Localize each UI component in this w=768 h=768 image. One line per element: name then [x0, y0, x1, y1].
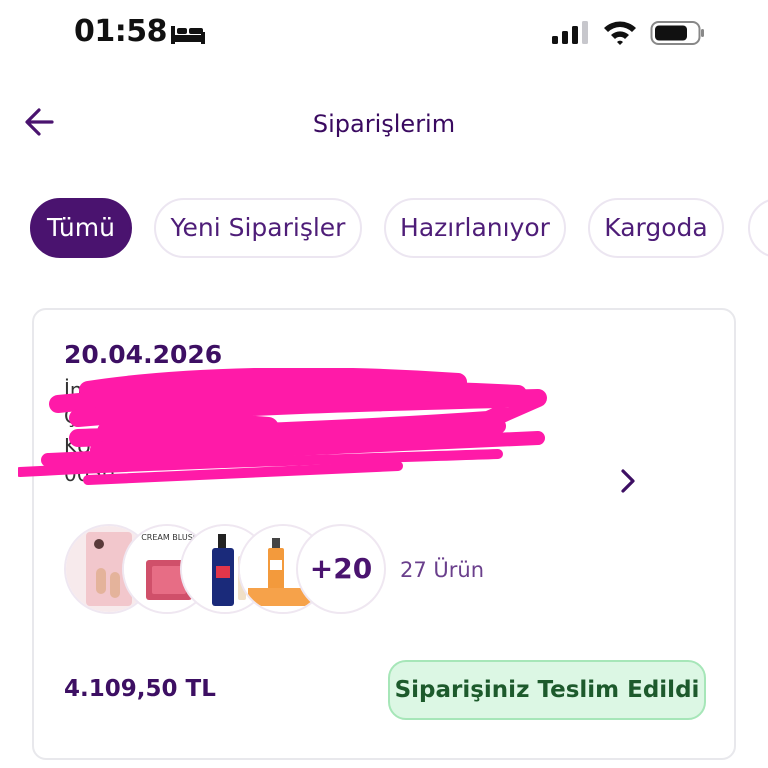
order-date: 20.04.2026: [64, 340, 223, 369]
tab-all[interactable]: Tümü: [30, 198, 132, 258]
bed-icon: [171, 26, 205, 44]
page-title: Siparişlerim: [312, 110, 456, 138]
product-thumbnails: CREAM BLUSH +20: [64, 524, 386, 618]
chevron-right-icon[interactable]: [616, 466, 640, 496]
tab-preparing[interactable]: Hazırlanıyor: [384, 198, 566, 258]
signal-icon: [552, 21, 588, 44]
address-line: 0050: [64, 462, 115, 486]
battery-icon: [650, 21, 704, 45]
more-items-count: +20: [296, 524, 386, 614]
tab-new-orders[interactable]: Yeni Siparişler: [154, 198, 362, 258]
address-line: İnt Apartmanı: [64, 378, 202, 402]
item-count: 27 Ürün: [400, 558, 485, 582]
order-total: 4.109,50 TL: [64, 676, 216, 702]
filter-tabs: Tümü Yeni Siparişler Hazırlanıyor Kargod…: [30, 198, 768, 260]
tab-more[interactable]: [748, 198, 768, 258]
status-badge: Siparişiniz Teslim Edildi: [388, 660, 706, 720]
tab-shipping[interactable]: Kargoda: [588, 198, 724, 258]
status-time: 01:58: [74, 14, 168, 49]
address-line: Çe: [64, 404, 91, 428]
wifi-icon: [604, 21, 636, 45]
order-card[interactable]: 20.04.2026 İnt Apartmanı Çe KUCU NBUL, 0…: [18, 308, 736, 760]
address-line: KUCU NBUL,: [64, 434, 187, 458]
status-bar: 01:58: [0, 0, 768, 66]
